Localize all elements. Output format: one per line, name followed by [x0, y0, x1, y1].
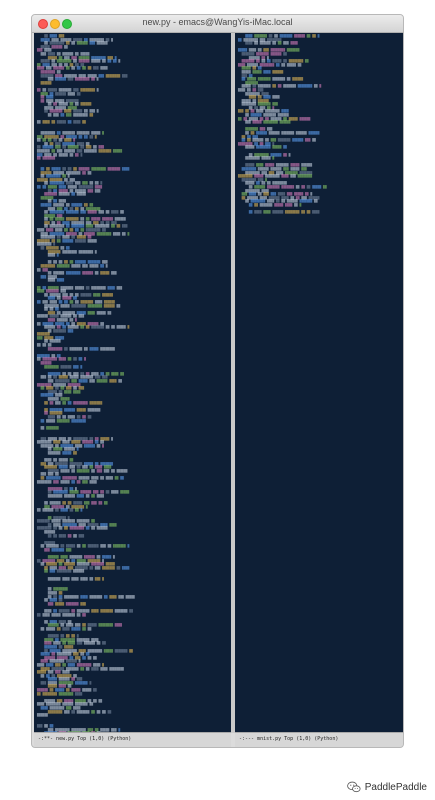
- watermark-text: PaddlePaddle: [364, 781, 427, 793]
- watermark: PaddlePaddle: [346, 780, 427, 794]
- window-title: new.py - emacs@WangYis-iMac.local: [142, 17, 293, 27]
- right-mode-line: -:--- mnist.py Top (1,0) (Python): [235, 732, 403, 747]
- right-mode-line-text: -:--- mnist.py Top (1,0) (Python): [239, 736, 339, 742]
- left-mode-line-text: -:**- new.py Top (1,0) (Python): [38, 736, 132, 742]
- code-line: ██ ████ ████ ██████ ████████ ██ ██ ████: [248, 210, 320, 215]
- title-bar: new.py - emacs@WangYis-iMac.local: [32, 15, 403, 33]
- left-code-pane[interactable]: ██ ████ ███ █████ ████ ██████ █████ ██ █…: [34, 33, 231, 733]
- left-code-text[interactable]: ██ ████ ███ █████ ████ ██████ █████ ██ █…: [34, 33, 231, 733]
- wechat-icon: [346, 781, 361, 793]
- left-mode-line: -:**- new.py Top (1,0) (Python): [34, 732, 231, 747]
- emacs-window: new.py - emacs@WangYis-iMac.local ██ ███…: [31, 14, 404, 748]
- right-code-pane[interactable]: ████ ███████ ██ ██ ███████ ██████ ██ ██ …: [235, 33, 403, 733]
- right-code-text[interactable]: ████ ███████ ██ ██ ███████ ██████ ██ ██ …: [235, 33, 403, 217]
